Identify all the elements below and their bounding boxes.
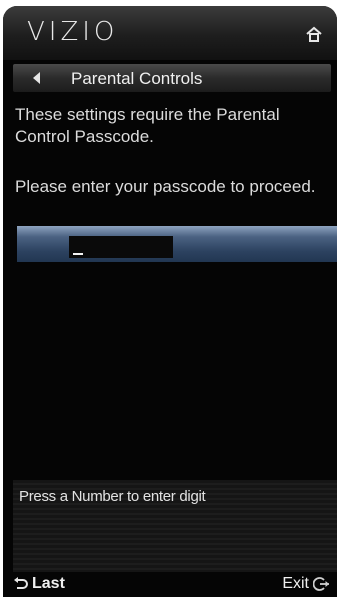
vizio-logo: VIZIO — [27, 17, 119, 47]
hint-text: Press a Number to enter digit — [19, 488, 206, 505]
header-bar: VIZIO — [3, 6, 337, 60]
passcode-input[interactable] — [69, 236, 173, 258]
page-title: Parental Controls — [71, 69, 203, 88]
home-icon[interactable] — [305, 26, 323, 42]
hint-panel: Press a Number to enter digit — [13, 480, 337, 572]
exit-button[interactable]: Exit — [282, 575, 331, 593]
back-arrow-icon[interactable] — [33, 72, 40, 84]
last-label: Last — [32, 575, 65, 592]
passcode-requirement-message: These settings require the Parental Cont… — [15, 105, 280, 146]
exit-label: Exit — [282, 575, 309, 592]
footer-bar: Last Exit — [3, 572, 337, 597]
passcode-prompt-message: Please enter your passcode to proceed. — [15, 177, 316, 196]
input-cursor — [73, 253, 83, 255]
passcode-entry-row[interactable] — [17, 226, 337, 262]
last-button[interactable]: Last — [13, 575, 65, 593]
return-arrow-icon — [14, 577, 28, 589]
breadcrumb[interactable]: Parental Controls — [13, 64, 331, 92]
exit-icon — [313, 577, 329, 591]
tv-menu-panel: VIZIO Parental Controls These settings r… — [3, 6, 337, 597]
